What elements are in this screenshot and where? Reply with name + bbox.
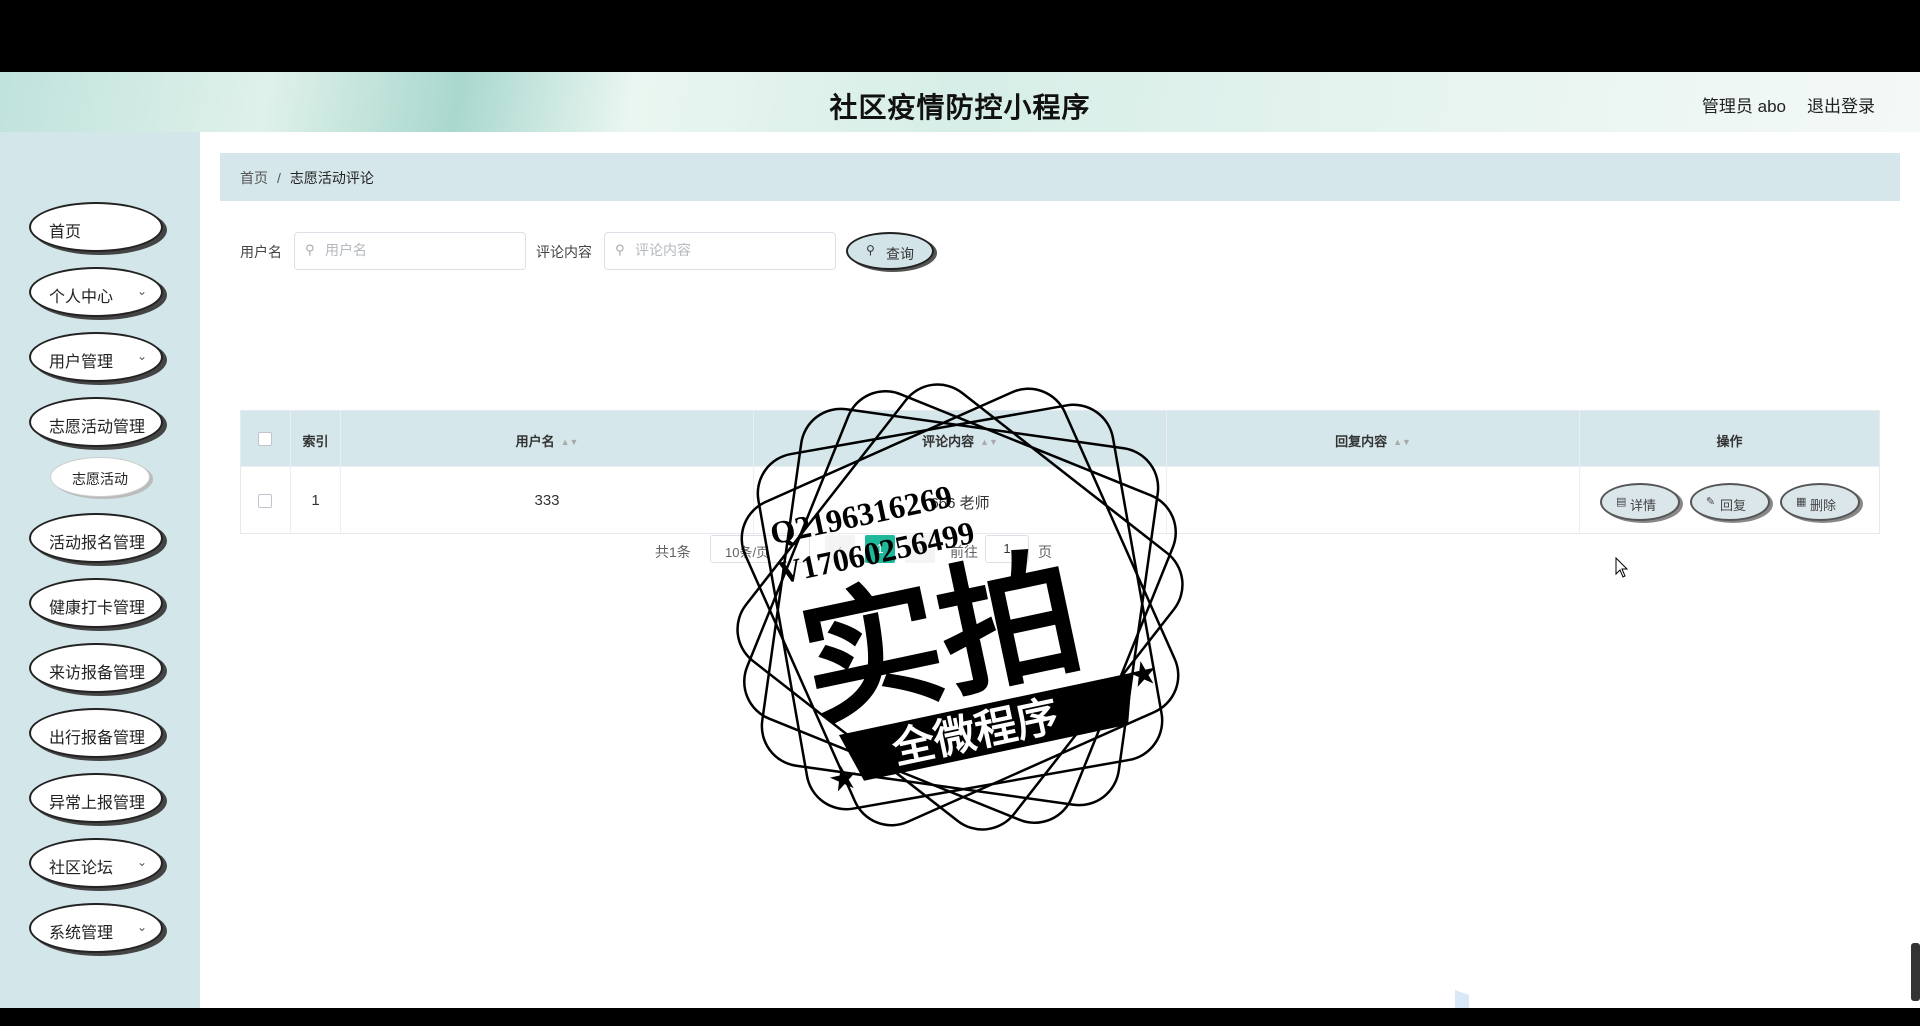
sidebar-item-personal-center[interactable]: 个人中心 ⌄ (29, 267, 163, 317)
column-header-actions: 操作 (1580, 411, 1879, 466)
sidebar-item-label: 用户管理 (49, 354, 114, 371)
mouse-cursor-icon (1615, 557, 1629, 578)
sidebar-item-community-forum[interactable]: 社区论坛 ⌄ (29, 838, 163, 888)
cell-reply (1167, 467, 1580, 533)
delete-button[interactable]: ▦ 删除 (1780, 483, 1860, 521)
breadcrumb-separator: / (277, 170, 281, 186)
column-header-index: 索引 (291, 411, 341, 466)
bing-logo-icon (1455, 990, 1469, 1008)
sidebar-item-label: 异常上报管理 (49, 795, 146, 812)
cell-username-value: 333 (534, 492, 560, 509)
sidebar-subitem-volunteer-activity[interactable]: 志愿活动 (50, 457, 150, 497)
reply-button-label: 回复 (1720, 498, 1747, 513)
sidebar-item-label: 首页 (49, 224, 82, 241)
search-icon: ⚲ (866, 243, 875, 257)
column-header-text: 回复内容 ▲▼ (1167, 431, 1579, 450)
sidebar-item-health-checkin[interactable]: 健康打卡管理 (29, 578, 163, 628)
sidebar-item-label: 健康打卡管理 (49, 600, 146, 617)
sidebar-item-signup-management[interactable]: 活动报名管理 (29, 513, 163, 563)
sidebar-item-label: 志愿活动 (72, 471, 128, 487)
sidebar-item-label: 活动报名管理 (49, 535, 146, 552)
sidebar-item-label: 系统管理 (49, 925, 114, 942)
column-header-label: 回复内容 (1335, 434, 1388, 449)
column-header-label: 索引 (302, 434, 329, 449)
edit-icon: ✎ (1706, 496, 1716, 508)
query-button-label: 查询 (886, 246, 914, 262)
select-all-checkbox[interactable] (258, 432, 272, 446)
row-select-cell (241, 467, 291, 533)
username-input-wrapper: ⚲ (294, 232, 526, 270)
sidebar-item-travel-report[interactable]: 出行报备管理 (29, 708, 163, 758)
sidebar-item-label: 来访报备管理 (49, 665, 146, 682)
sidebar-item-label: 社区论坛 (49, 860, 114, 877)
sidebar-item-label: 个人中心 (49, 289, 114, 306)
column-header-label: 操作 (1716, 434, 1743, 449)
column-header-reply[interactable]: 回复内容 ▲▼ (1167, 411, 1580, 466)
column-header-text: 用户名 ▲▼ (341, 431, 753, 450)
breadcrumb-home-link[interactable]: 首页 (240, 170, 268, 186)
query-button[interactable]: ⚲ 查询 (846, 232, 934, 270)
search-icon: ⚲ (615, 242, 625, 257)
cell-index: 1 (291, 467, 341, 533)
breadcrumb-current: 志愿活动评论 (289, 170, 374, 186)
sort-icon[interactable]: ▲▼ (561, 437, 579, 447)
app-window: 社区疫情防控小程序 管理员 abo 退出登录 首页 个人中心 ⌄ 用户管理 ⌄ … (0, 72, 1920, 1008)
top-header: 社区疫情防控小程序 管理员 abo 退出登录 (0, 72, 1920, 132)
search-bar: 用户名 ⚲ 评论内容 ⚲ ⚲ 查询 (240, 232, 1040, 272)
sidebar-item-label: 出行报备管理 (49, 730, 146, 747)
column-header-username[interactable]: 用户名 ▲▼ (341, 411, 754, 466)
username-label: 用户名 (240, 244, 282, 260)
chevron-down-icon: ⌄ (136, 855, 147, 869)
sidebar-item-label: 志愿活动管理 (49, 419, 146, 436)
cell-actions: ▤ 详情 ✎ 回复 ▦ 删除 (1580, 467, 1879, 533)
search-icon: ⚲ (305, 242, 315, 257)
sidebar-item-anomaly-report[interactable]: 异常上报管理 (29, 773, 163, 823)
sidebar-item-volunteer-management[interactable]: 志愿活动管理 (29, 397, 163, 447)
app-title: 社区疫情防控小程序 (829, 92, 1091, 123)
delete-button-label: 删除 (1810, 498, 1837, 513)
scrollbar-thumb[interactable] (1911, 943, 1920, 1001)
chevron-down-icon: ⌄ (136, 284, 147, 298)
detail-button[interactable]: ▤ 详情 (1600, 483, 1680, 521)
admin-user-label: 管理员 abo (1701, 97, 1786, 116)
chevron-down-icon: ⌄ (136, 349, 147, 363)
content-input[interactable] (633, 241, 797, 259)
sidebar-item-home[interactable]: 首页 (29, 202, 163, 252)
content-input-wrapper: ⚲ (604, 232, 836, 270)
sort-icon[interactable]: ▲▼ (1393, 437, 1411, 447)
cell-index-value: 1 (311, 492, 320, 509)
sidebar: 首页 个人中心 ⌄ 用户管理 ⌄ 志愿活动管理 志愿活动 活动报名管理 健康打卡… (0, 132, 200, 1008)
document-icon: ▤ (1616, 496, 1627, 508)
row-checkbox[interactable] (258, 494, 272, 508)
column-header-label: 用户名 (515, 434, 555, 449)
reply-button[interactable]: ✎ 回复 (1690, 483, 1770, 521)
trash-icon: ▦ (1796, 496, 1807, 508)
sidebar-item-system-management[interactable]: 系统管理 ⌄ (29, 903, 163, 953)
chevron-down-icon: ⌄ (136, 920, 147, 934)
content-label: 评论内容 (536, 244, 592, 260)
detail-button-label: 详情 (1630, 498, 1657, 513)
select-all-cell (241, 411, 291, 466)
sidebar-item-visitor-report[interactable]: 来访报备管理 (29, 643, 163, 693)
star-icon: ★ (1124, 653, 1162, 697)
sidebar-item-user-management[interactable]: 用户管理 ⌄ (29, 332, 163, 382)
username-input[interactable] (323, 241, 487, 259)
logout-link[interactable]: 退出登录 (1807, 92, 1875, 117)
watermark-stamp: Q2196316269 V17060256499 实拍 全微程序 ★ ★ (736, 383, 1184, 831)
cell-username: 333 (341, 467, 754, 533)
pagination-total: 共1条 (655, 544, 691, 560)
watermark-text-group: Q2196316269 V17060256499 实拍 全微程序 ★ ★ (767, 478, 1162, 801)
breadcrumb: 首页 / 志愿活动评论 (220, 153, 1900, 201)
